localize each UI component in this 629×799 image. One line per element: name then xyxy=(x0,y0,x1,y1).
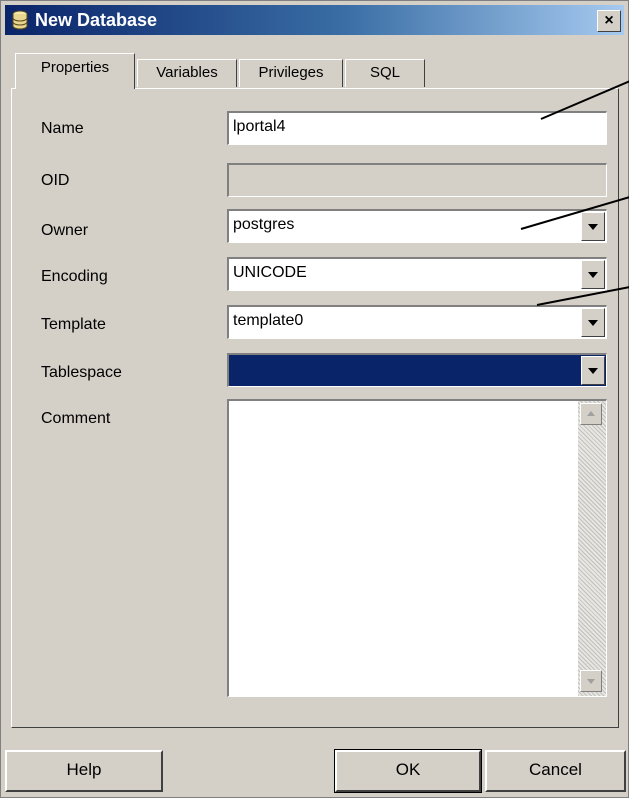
tab-properties[interactable]: Properties xyxy=(15,53,135,89)
close-icon: × xyxy=(604,12,614,29)
tablespace-select[interactable] xyxy=(227,353,607,387)
database-icon xyxy=(11,10,29,30)
scroll-up-button[interactable] xyxy=(580,403,602,425)
close-button[interactable]: × xyxy=(597,10,621,32)
chevron-down-icon xyxy=(588,272,598,278)
tab-variables[interactable]: Variables xyxy=(137,59,237,87)
cancel-button[interactable]: Cancel xyxy=(485,750,626,792)
tab-sql[interactable]: SQL xyxy=(345,59,425,87)
help-button[interactable]: Help xyxy=(5,750,163,792)
window-title: New Database xyxy=(35,10,158,30)
scroll-down-button[interactable] xyxy=(580,670,602,692)
owner-select[interactable]: postgres xyxy=(227,209,607,243)
owner-value: postgres xyxy=(233,216,295,233)
name-input[interactable]: lportal4 xyxy=(227,111,607,145)
comment-scrollbar[interactable] xyxy=(578,401,606,696)
chevron-down-icon xyxy=(587,679,595,684)
comment-textarea[interactable] xyxy=(227,399,607,697)
template-select[interactable]: template0 xyxy=(227,305,607,339)
ok-button[interactable]: OK xyxy=(334,749,482,793)
template-value: template0 xyxy=(233,312,304,329)
oid-input xyxy=(227,163,607,197)
owner-dropdown-button[interactable] xyxy=(581,212,605,241)
template-dropdown-button[interactable] xyxy=(581,308,605,337)
title-bar[interactable]: New Database × xyxy=(5,5,624,35)
tablespace-dropdown-button[interactable] xyxy=(581,356,605,385)
chevron-down-icon xyxy=(588,224,598,230)
encoding-value: UNICODE xyxy=(233,264,307,281)
encoding-select[interactable]: UNICODE xyxy=(227,257,607,291)
tab-privileges[interactable]: Privileges xyxy=(239,59,343,87)
new-database-dialog: New Database × Properties Variables Priv… xyxy=(0,0,629,798)
chevron-up-icon xyxy=(587,411,595,416)
chevron-down-icon xyxy=(588,320,598,326)
chevron-down-icon xyxy=(588,368,598,374)
encoding-dropdown-button[interactable] xyxy=(581,260,605,289)
